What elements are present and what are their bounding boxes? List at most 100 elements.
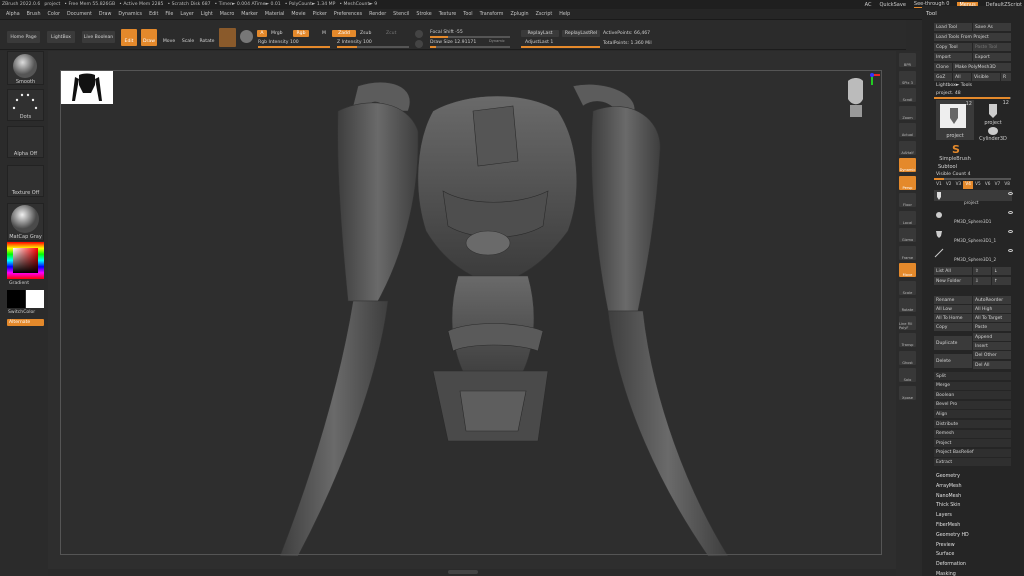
visible-count-slider[interactable]: Visible Count 4 xyxy=(936,172,971,177)
menu-texture[interactable]: Texture xyxy=(439,12,457,17)
tool-thumbnail-project-2[interactable]: 12 project xyxy=(977,100,1009,126)
all-high-button[interactable]: All High xyxy=(973,305,1011,313)
rotate-button[interactable]: Rotate xyxy=(199,29,215,46)
replay-last-button[interactable]: ReplayLast xyxy=(521,30,559,37)
section-preview[interactable]: Preview xyxy=(936,543,955,548)
shelf-move-button[interactable]: Move xyxy=(899,263,916,277)
import-button[interactable]: Import xyxy=(934,53,972,61)
section-layers[interactable]: Layers xyxy=(936,513,952,518)
split-button[interactable]: Split xyxy=(934,372,1011,380)
merge-button[interactable]: Merge xyxy=(934,381,1011,390)
move-button[interactable]: Move xyxy=(161,29,177,46)
menu-light[interactable]: Light xyxy=(201,12,213,17)
menu-preferences[interactable]: Preferences xyxy=(334,12,362,17)
clone-button[interactable]: Clone xyxy=(934,63,952,71)
menu-tool[interactable]: Tool xyxy=(463,12,472,17)
menu-edit[interactable]: Edit xyxy=(149,12,158,17)
tool-thumbnail-cylinder[interactable]: Cylinder3D xyxy=(977,126,1009,142)
arrow-down-small-icon[interactable]: ↓ xyxy=(992,267,1011,275)
delete-button[interactable]: Delete xyxy=(934,354,972,368)
menu-marker[interactable]: Marker xyxy=(241,12,258,17)
section-surface[interactable]: Surface xyxy=(936,552,954,557)
shelf-actual-button[interactable]: Actual xyxy=(899,123,916,137)
copy-tool-button[interactable]: Copy Tool xyxy=(934,43,972,51)
edit-button[interactable]: Edit xyxy=(121,29,137,46)
menu-picker[interactable]: Picker xyxy=(313,12,327,17)
a-toggle[interactable]: A xyxy=(257,30,267,37)
tool-thumbnail-project[interactable]: 12 project xyxy=(936,100,974,140)
menu-zscript[interactable]: Zscript xyxy=(536,12,553,17)
del-all-button[interactable]: Del All xyxy=(973,361,1011,369)
shelf-rotate-button[interactable]: Rotate xyxy=(899,298,916,312)
shelf-line-fill-polyf-button[interactable]: Line Fill PolyF xyxy=(899,315,916,330)
section-fibermesh[interactable]: FiberMesh xyxy=(936,523,960,528)
menu-stencil[interactable]: Stencil xyxy=(393,12,409,17)
dynamic-toggle[interactable]: Dynamic xyxy=(489,39,505,43)
shelf-solo-button[interactable]: Solo xyxy=(899,368,916,382)
home-page-button[interactable]: Home Page xyxy=(7,31,40,43)
focal-shift-slider[interactable] xyxy=(430,36,510,38)
shelf-transp-button[interactable]: Transp xyxy=(899,333,916,347)
load-tool-button[interactable]: Load Tool xyxy=(934,23,972,31)
project-basrelief-button[interactable]: Project BasRelief xyxy=(934,448,1011,457)
draw-size-slider[interactable] xyxy=(430,46,510,48)
section-arraymesh[interactable]: ArrayMesh xyxy=(936,484,962,489)
subtool-row-sphere2[interactable]: PM3D_Sphere3D1_1 xyxy=(934,228,1012,243)
menu-color[interactable]: Color xyxy=(47,12,60,17)
visibility-set-v2[interactable]: V2 xyxy=(944,181,954,189)
alpha-button[interactable]: Alpha Off xyxy=(7,126,44,158)
switch-color-button[interactable]: SwitchColor xyxy=(8,310,35,315)
shelf-ghost-button[interactable]: Ghost xyxy=(899,350,916,365)
menu-layer[interactable]: Layer xyxy=(180,12,193,17)
section-geometry[interactable]: Geometry xyxy=(936,474,960,479)
secondary-color-swatch[interactable] xyxy=(26,290,44,308)
draw-button[interactable]: Draw xyxy=(141,29,157,46)
texture-button[interactable]: Texture Off xyxy=(7,165,44,197)
append-button[interactable]: Append xyxy=(973,333,1011,341)
subtool-row-project[interactable]: project xyxy=(934,190,1012,205)
current-brush-icon[interactable] xyxy=(219,28,236,47)
menu-help[interactable]: Help xyxy=(559,12,570,17)
section-deformation[interactable]: Deformation xyxy=(936,562,966,567)
paste-button[interactable]: Paste xyxy=(973,323,1011,331)
insert-button[interactable]: Insert xyxy=(973,342,1011,350)
rgb-intensity-slider[interactable] xyxy=(258,46,330,48)
menu-file[interactable]: File xyxy=(165,12,173,17)
tool-slider[interactable] xyxy=(934,97,1011,99)
shelf-local-button[interactable]: Local xyxy=(899,210,916,225)
all-to-target-button[interactable]: All To Target xyxy=(973,314,1011,322)
shelf-zoom-button[interactable]: Zoom xyxy=(899,105,916,120)
remesh-button[interactable]: Remesh xyxy=(934,429,1011,438)
shelf-scroll-button[interactable]: Scroll xyxy=(899,88,916,102)
arrow-up-small-icon[interactable]: ↑ xyxy=(992,277,1011,285)
goz-r-button[interactable]: R xyxy=(1001,73,1011,81)
eye-icon[interactable] xyxy=(1008,192,1013,195)
distribute-button[interactable]: Distribute xyxy=(934,420,1011,428)
menu-render[interactable]: Render xyxy=(369,12,386,17)
subtool-row-sphere1[interactable]: PM3D_Sphere3D1 xyxy=(934,209,1012,224)
rename-button[interactable]: Rename xyxy=(934,296,972,304)
tool-thumbnail-simplebrush[interactable]: S SimpleBrush xyxy=(936,142,974,162)
duplicate-button[interactable]: Duplicate xyxy=(934,336,972,350)
menu-material[interactable]: Material xyxy=(265,12,285,17)
arrow-up-icon[interactable]: ⇧ xyxy=(973,267,991,275)
ac-label[interactable]: AC xyxy=(865,2,872,8)
menu-document[interactable]: Document xyxy=(67,12,92,17)
eye-icon[interactable] xyxy=(1008,249,1013,252)
m-toggle[interactable]: M xyxy=(322,31,326,36)
visibility-set-v6[interactable]: V6 xyxy=(983,181,993,189)
shelf-floor-button[interactable]: Floor xyxy=(899,193,916,207)
menu-zplugin[interactable]: Zplugin xyxy=(510,12,528,17)
load-from-project-button[interactable]: Load Tools From Project xyxy=(934,33,1011,41)
goz-button[interactable]: GoZ xyxy=(934,73,952,81)
subtool-header[interactable]: Subtool xyxy=(938,164,957,170)
section-geometry-hd[interactable]: Geometry HD xyxy=(936,533,969,538)
visibility-set-v5[interactable]: V5 xyxy=(973,181,983,189)
project-button[interactable]: Project xyxy=(934,439,1011,448)
stroke-icon[interactable] xyxy=(240,30,253,43)
shelf-scale-button[interactable]: Scale xyxy=(899,280,916,295)
shelf-xpose-button[interactable]: Xpose xyxy=(899,385,916,400)
save-as-button[interactable]: Save As xyxy=(973,23,1011,31)
alternate-button[interactable]: Alternate xyxy=(7,319,44,326)
lightbox-button[interactable]: LightBox xyxy=(47,31,75,43)
